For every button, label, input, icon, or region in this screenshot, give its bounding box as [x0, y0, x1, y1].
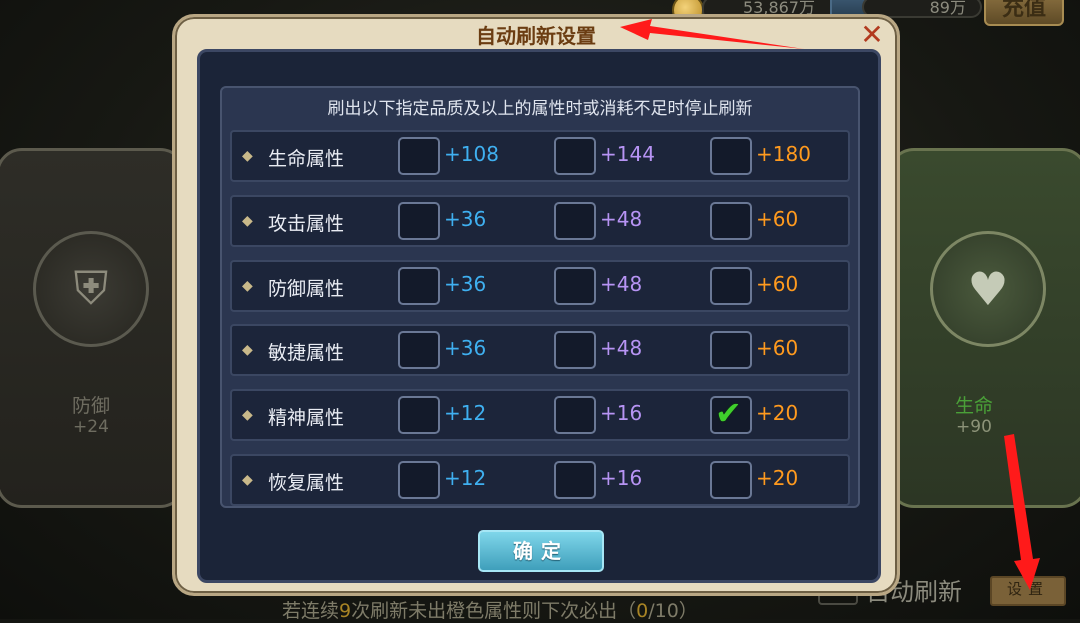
- quality-option[interactable]: +180: [710, 137, 850, 175]
- quality-checkbox[interactable]: [398, 266, 440, 305]
- diamond-bullet-icon: ◆: [242, 342, 253, 359]
- quality-checkbox[interactable]: [554, 461, 596, 499]
- quality-option[interactable]: +60: [710, 201, 850, 240]
- quality-checkbox[interactable]: [710, 137, 752, 175]
- quality-checkbox[interactable]: [398, 331, 440, 370]
- quality-option[interactable]: +12: [398, 461, 538, 499]
- diamond-bullet-icon: ◆: [242, 212, 253, 229]
- quality-checkbox[interactable]: [554, 396, 596, 435]
- quality-value: +60: [756, 206, 799, 231]
- quality-option[interactable]: +20: [710, 461, 850, 499]
- quality-value: +36: [444, 206, 487, 231]
- attribute-label: 防御属性: [268, 277, 345, 300]
- quality-value: +20: [756, 401, 799, 426]
- attribute-row: ◆ 防御属性 +36 +48 +60: [230, 259, 850, 312]
- quality-option[interactable]: +36: [398, 266, 538, 305]
- quality-checkbox[interactable]: [398, 201, 440, 240]
- quality-option[interactable]: ✔ +20: [710, 394, 850, 435]
- attribute-label: 恢复属性: [268, 472, 345, 494]
- attribute-row: ◆ 敏捷属性 +36 +48 +60: [230, 324, 850, 377]
- attribute-card-life[interactable]: ♥ 生命 +90: [888, 148, 1080, 508]
- panel-header: 刷出以下指定品质及以上的属性时或消耗不足时停止刷新: [327, 99, 753, 119]
- quality-checkbox[interactable]: [710, 266, 752, 305]
- defense-emblem: ⛨: [33, 231, 149, 347]
- quality-checkbox[interactable]: [710, 461, 752, 499]
- quality-checkbox[interactable]: ✔: [710, 394, 752, 435]
- quality-checkbox[interactable]: [398, 137, 440, 175]
- attribute-label: 敏捷属性: [268, 342, 345, 365]
- quality-option[interactable]: +48: [554, 201, 694, 240]
- quality-checkbox[interactable]: [398, 396, 440, 435]
- diamond-bullet-icon: ◆: [242, 277, 253, 294]
- quality-value: +60: [756, 271, 799, 296]
- quality-option[interactable]: +48: [554, 331, 694, 370]
- quality-checkbox[interactable]: [398, 461, 440, 499]
- attribute-label: 生命属性: [268, 148, 345, 170]
- card-name: 防御: [71, 395, 110, 417]
- quality-value: +36: [444, 271, 487, 296]
- quality-value: +60: [756, 336, 799, 361]
- quality-checkbox[interactable]: [554, 266, 596, 305]
- checkmark-icon: ✔: [715, 394, 742, 433]
- quality-value: +108: [444, 142, 499, 166]
- dialog-body: 刷出以下指定品质及以上的属性时或消耗不足时停止刷新 ◆ 生命属性 +108 +144 +…: [197, 49, 881, 583]
- attribute-row: ◆ 生命属性 +108 +144 +180: [230, 130, 850, 182]
- helmet-icon: ⛨: [73, 261, 109, 315]
- quality-checkbox[interactable]: [710, 201, 752, 240]
- attribute-label: 精神属性: [268, 407, 345, 430]
- quality-value: +48: [600, 336, 643, 361]
- quality-option[interactable]: +48: [554, 266, 694, 305]
- quality-checkbox[interactable]: [554, 137, 596, 175]
- quality-value: +36: [444, 336, 487, 361]
- recharge-button[interactable]: 充值: [984, 0, 1064, 26]
- quality-checkbox[interactable]: [710, 331, 752, 370]
- settings-button[interactable]: 设置: [990, 576, 1066, 606]
- card-value: +24: [73, 417, 109, 437]
- close-icon[interactable]: ✕: [859, 21, 885, 49]
- quality-option[interactable]: +60: [710, 266, 850, 305]
- confirm-button[interactable]: 确定: [478, 530, 604, 572]
- quality-value: +180: [756, 142, 811, 166]
- attribute-card-defense[interactable]: ⛨ 防御 +24: [0, 148, 186, 508]
- quality-option[interactable]: +60: [710, 331, 850, 370]
- diamond-bullet-icon: ◆: [242, 148, 253, 164]
- quality-value: +16: [600, 401, 643, 426]
- card-name: 生命: [954, 395, 993, 417]
- quality-value: +48: [600, 271, 643, 296]
- diamond-bullet-icon: ◆: [242, 407, 253, 424]
- card-value: +90: [956, 417, 992, 437]
- quality-option[interactable]: +144: [554, 137, 694, 175]
- heart-icon: ♥: [967, 262, 1009, 316]
- quality-value: +16: [600, 466, 643, 490]
- quality-option[interactable]: +16: [554, 461, 694, 499]
- quality-value: +48: [600, 206, 643, 231]
- quality-value: +20: [756, 466, 799, 490]
- quality-checkbox[interactable]: [554, 331, 596, 370]
- quality-option[interactable]: +36: [398, 331, 538, 370]
- quality-option[interactable]: +12: [398, 396, 538, 435]
- quality-value: +12: [444, 401, 487, 426]
- life-emblem: ♥: [930, 231, 1046, 347]
- attribute-row: ◆ 恢复属性 +12 +16 +20: [230, 454, 850, 506]
- attribute-row: ◆ 精神属性 +12 +16 ✔ +20: [230, 389, 850, 442]
- attribute-panel: 刷出以下指定品质及以上的属性时或消耗不足时停止刷新 ◆ 生命属性 +108 +144 +…: [220, 86, 860, 508]
- attribute-row: ◆ 攻击属性 +36 +48 +60: [230, 194, 850, 247]
- attribute-label: 攻击属性: [268, 212, 345, 235]
- quality-option[interactable]: +108: [398, 137, 538, 175]
- dialog-title: 自动刷新设置: [476, 24, 596, 48]
- quality-value: +12: [444, 466, 487, 490]
- auto-refresh-settings-dialog: 自动刷新设置 ✕ 刷出以下指定品质及以上的属性时或消耗不足时停止刷新 ◆ 生命属性…: [172, 14, 900, 596]
- quality-option[interactable]: +36: [398, 201, 538, 240]
- quality-checkbox[interactable]: [554, 201, 596, 240]
- quality-option[interactable]: +16: [554, 396, 694, 435]
- diamond-bullet-icon: ◆: [242, 472, 253, 488]
- quality-value: +144: [600, 142, 655, 166]
